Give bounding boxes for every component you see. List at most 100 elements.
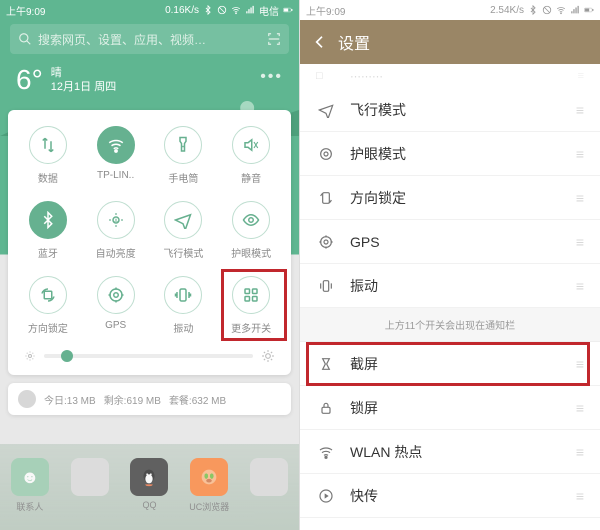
toggle-more[interactable]: 更多开关 <box>217 270 285 345</box>
toggle-airplane-label: 飞行模式 <box>163 245 203 260</box>
toggle-bluetooth-icon <box>29 201 67 239</box>
toggle-flashlight-icon <box>164 126 202 164</box>
row-vibrate[interactable]: 振动≡ <box>300 264 600 308</box>
row-lock-label: 锁屏 <box>350 398 378 418</box>
drag-handle-icon[interactable]: ≡ <box>576 102 584 118</box>
toggle-data-icon <box>29 126 67 164</box>
row-rotation-icon <box>316 190 336 206</box>
toggle-wifi-icon <box>97 126 135 164</box>
toggle-gps-label: GPS <box>105 320 126 331</box>
right-phone-settings: 上午9:09 2.54K/s 设置 □⋯⋯⋯≡ 飞行模式≡护眼模式≡方向锁定≡G… <box>300 0 600 530</box>
row-lock[interactable]: 锁屏 ≡ <box>300 386 600 430</box>
signal-icon <box>570 5 580 15</box>
toggle-auto-bright[interactable]: A 自动亮度 <box>82 195 150 270</box>
row-airplane-label: 飞行模式 <box>350 100 406 120</box>
toggle-auto-bright-icon: A <box>97 201 135 239</box>
app-qq[interactable]: QQ <box>127 458 171 510</box>
toggle-data[interactable]: 数据 <box>14 120 82 195</box>
drag-handle-icon[interactable]: ≡ <box>576 234 584 250</box>
app-uc-label: UC浏览器 <box>189 500 229 513</box>
row-screenshot[interactable]: 截屏 ≡ <box>300 342 600 386</box>
toggle-mute[interactable]: 静音 <box>217 120 285 195</box>
search-bar[interactable]: 搜索网页、设置、应用、视频… <box>10 24 289 54</box>
app-qq-label: QQ <box>142 500 156 510</box>
toggle-mute-label: 静音 <box>241 170 261 185</box>
row-eyecare-label: 护眼模式 <box>350 144 406 164</box>
drag-handle-icon[interactable]: ≡ <box>576 488 584 504</box>
toggle-auto-bright-label: 自动亮度 <box>96 245 136 260</box>
usage-plan: 套餐:632 MB <box>169 392 226 407</box>
drag-handle-icon[interactable]: ≡ <box>576 444 584 460</box>
brightness-slider[interactable] <box>14 345 285 371</box>
left-phone-quicksettings: 上午9:09 0.16K/s 电信 搜索网页、设置、应用、视频… <box>0 0 300 530</box>
row-fastshare-icon <box>316 488 336 504</box>
toggle-wifi-label: TP-LIN.. <box>97 170 134 181</box>
toggle-eyecare[interactable]: 护眼模式 <box>217 195 285 270</box>
toggle-data-label: 数据 <box>38 170 58 185</box>
drag-handle-icon[interactable]: ≡ <box>576 146 584 162</box>
toggle-mute-icon <box>232 126 270 164</box>
toggle-more-label: 更多开关 <box>231 320 271 335</box>
app-unknown-2[interactable] <box>247 458 291 500</box>
row-rotation-label: 方向锁定 <box>350 188 406 208</box>
weather-cond: 晴 <box>51 66 116 80</box>
toggle-bluetooth[interactable]: 蓝牙 <box>14 195 82 270</box>
no-sim-icon <box>542 5 552 15</box>
toggle-rotation[interactable]: 方向锁定 <box>14 270 82 345</box>
row-partial-top: □⋯⋯⋯≡ <box>300 64 600 88</box>
brightness-track[interactable] <box>44 354 253 358</box>
toggle-more-icon <box>232 276 270 314</box>
row-gps[interactable]: GPS≡ <box>300 220 600 264</box>
signal-icon <box>245 5 255 15</box>
toggle-airplane[interactable]: 飞行模式 <box>150 195 218 270</box>
scan-icon[interactable] <box>267 32 281 46</box>
wifi-icon <box>231 5 241 15</box>
toggle-eyecare-icon <box>232 201 270 239</box>
app-contacts[interactable]: ☻联系人 <box>8 458 52 513</box>
status-bar: 上午9:09 2.54K/s <box>300 0 600 20</box>
drag-handle-icon[interactable]: ≡ <box>576 278 584 294</box>
toggle-vibrate[interactable]: 振动 <box>150 270 218 345</box>
row-fastshare[interactable]: 快传 ≡ <box>300 474 600 518</box>
back-icon[interactable] <box>312 34 328 50</box>
data-usage-row[interactable]: 今日:13 MB 剩余:619 MB 套餐:632 MB <box>8 383 291 415</box>
toggle-rotation-icon <box>29 276 67 314</box>
drag-handle-icon[interactable]: ≡ <box>576 400 584 416</box>
quick-toggle-panel: 数据 TP-LIN.. 手电筒静音蓝牙 A 自动亮度 飞行模式 护眼模式方向锁定 GPS 振动 更… <box>8 110 291 375</box>
brightness-thumb[interactable] <box>61 350 73 362</box>
toggle-rotation-label: 方向锁定 <box>28 320 68 335</box>
row-fastshare-label: 快传 <box>350 486 378 506</box>
toggle-wifi[interactable]: TP-LIN.. <box>82 120 150 195</box>
toggle-eyecare-label: 护眼模式 <box>231 245 271 260</box>
row-hotspot[interactable]: WLAN 热点 ≡ <box>300 430 600 474</box>
toggle-bluetooth-label: 蓝牙 <box>38 245 58 260</box>
row-screenshot-icon <box>316 356 336 372</box>
row-screenshot-label: 截屏 <box>350 354 378 374</box>
drag-handle-icon[interactable]: ≡ <box>576 356 584 372</box>
toggle-airplane-icon <box>164 201 202 239</box>
toggle-vibrate-label: 振动 <box>173 320 193 335</box>
row-airplane-icon <box>316 102 336 118</box>
status-time: 上午9:09 <box>306 3 345 18</box>
status-carrier: 电信 <box>259 3 279 18</box>
more-dots-icon[interactable]: ••• <box>260 68 283 86</box>
row-rotation[interactable]: 方向锁定 ≡ <box>300 176 600 220</box>
row-hotspot-label: WLAN 热点 <box>350 442 422 462</box>
avatar-icon <box>18 390 36 408</box>
app-unknown-1[interactable] <box>68 458 112 500</box>
bluetooth-icon <box>528 5 538 15</box>
status-bar: 上午9:09 0.16K/s 电信 <box>0 0 299 20</box>
home-dock: ☻联系人 QQ UC浏览器 <box>0 444 299 530</box>
app-uc[interactable]: UC浏览器 <box>187 458 231 513</box>
status-speed: 0.16K/s <box>165 5 199 16</box>
app-contacts-label: 联系人 <box>16 500 43 513</box>
row-eyecare[interactable]: 护眼模式 ≡ <box>300 132 600 176</box>
search-icon <box>18 32 32 46</box>
drag-handle-icon[interactable]: ≡ <box>576 190 584 206</box>
row-sync[interactable]: 同步≡ <box>300 518 600 530</box>
no-sim-icon <box>217 5 227 15</box>
row-airplane[interactable]: 飞行模式 ≡ <box>300 88 600 132</box>
toggle-flashlight[interactable]: 手电筒 <box>150 120 218 195</box>
toggle-gps[interactable]: GPS <box>82 270 150 345</box>
wifi-icon <box>556 5 566 15</box>
